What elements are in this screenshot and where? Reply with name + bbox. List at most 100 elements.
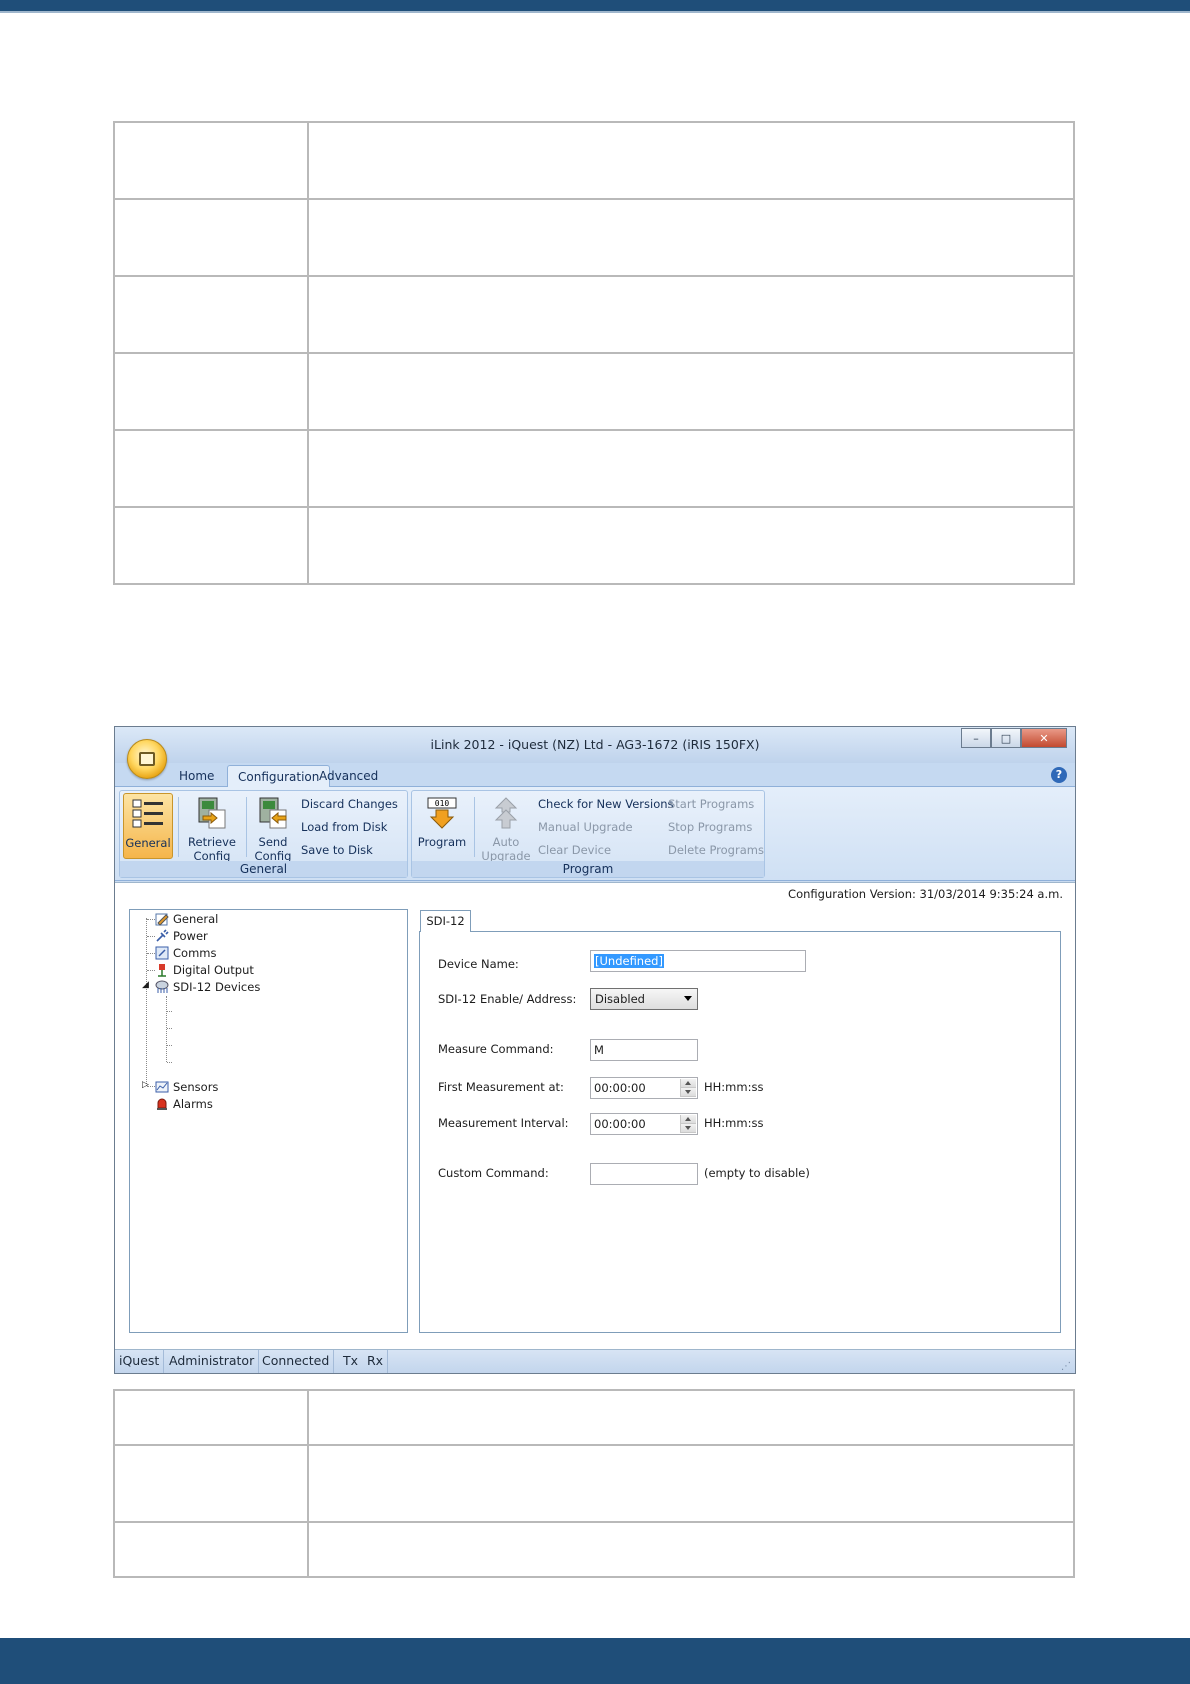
spin-up-icon[interactable] <box>681 1079 696 1088</box>
power-plug-icon <box>156 929 169 942</box>
tree-item-digital-output[interactable]: Digital Output <box>173 963 254 977</box>
device-name-field[interactable]: [Undefined] <box>590 950 806 972</box>
tree-line <box>147 919 155 920</box>
table-cell <box>113 1389 309 1446</box>
clear-device-button[interactable]: Clear Device <box>538 843 611 857</box>
stop-programs-button[interactable]: Stop Programs <box>668 820 752 834</box>
application-orb-button[interactable] <box>127 739 167 779</box>
ribbon-tab-row: Home Configuration Advanced ? <box>115 763 1075 788</box>
status-tx: Tx <box>343 1353 359 1368</box>
sdi12-enable-select[interactable]: Disabled <box>590 988 698 1010</box>
delete-programs-button[interactable]: Delete Programs <box>668 843 764 857</box>
send-config-icon <box>259 797 287 829</box>
table-cell <box>307 275 1075 354</box>
discard-changes-button[interactable]: Discard Changes <box>301 797 398 811</box>
measurement-interval-label: Measurement Interval: <box>438 1116 569 1130</box>
table-row <box>113 198 1075 277</box>
ribbon-group-caption: Program <box>412 861 764 877</box>
restore-button[interactable]: □ <box>991 728 1021 748</box>
tree-line <box>167 1028 172 1029</box>
tree-item-sdi12-devices[interactable]: SDI-12 Devices <box>173 980 260 994</box>
tab-advanced[interactable]: Advanced <box>309 765 388 787</box>
load-from-disk-button[interactable]: Load from Disk <box>301 820 387 834</box>
ribbon-group-caption: General <box>120 861 407 877</box>
auto-upgrade-button[interactable]: Auto Upgrade <box>480 793 532 863</box>
first-measurement-spinner[interactable] <box>680 1079 696 1097</box>
orb-icon <box>139 752 155 766</box>
bottom-table <box>113 1389 1075 1578</box>
custom-command-field[interactable] <box>590 1163 698 1185</box>
tree-item-comms[interactable]: Comms <box>173 946 216 960</box>
tree-line <box>167 1045 172 1046</box>
digital-output-icon <box>158 964 166 977</box>
table-row <box>113 1444 1075 1523</box>
table-cell <box>307 352 1075 431</box>
measure-command-field[interactable]: M <box>590 1039 698 1061</box>
resize-grip-icon[interactable]: ⋰ <box>1061 1361 1071 1372</box>
list-icon <box>132 799 163 828</box>
start-programs-button[interactable]: Start Programs <box>668 797 754 811</box>
sdi12-panel: Device Name: [Undefined] SDI-12 Enable/ … <box>419 931 1061 1333</box>
table-cell <box>113 1444 309 1523</box>
status-bar: iQuest Administrator Connected Tx Rx ⋰ <box>115 1349 1075 1373</box>
program-button[interactable]: 010 Program <box>416 793 468 859</box>
table-cell <box>307 1389 1075 1446</box>
custom-command-hint: (empty to disable) <box>704 1166 810 1180</box>
send-config-button[interactable]: Send Config <box>250 793 296 863</box>
configuration-version: Configuration Version: 31/03/2014 9:35:2… <box>788 887 1063 901</box>
sdi12-devices-icon <box>155 980 169 993</box>
table-row <box>113 275 1075 354</box>
bottom-footer-band <box>0 1638 1190 1684</box>
tree-item-general[interactable]: General <box>173 912 218 926</box>
spin-down-icon[interactable] <box>681 1088 696 1097</box>
table-cell <box>307 429 1075 508</box>
comms-icon <box>155 946 169 960</box>
chevron-down-icon <box>684 996 692 1001</box>
status-role: Administrator <box>165 1350 260 1373</box>
measurement-interval-field[interactable]: 00:00:00 <box>590 1113 698 1135</box>
close-button[interactable]: ✕ <box>1021 728 1067 748</box>
expand-arrow-icon[interactable]: ◢ <box>142 980 149 990</box>
status-user-group: iQuest <box>115 1350 165 1373</box>
measure-command-label: Measure Command: <box>438 1042 554 1056</box>
measurement-interval-unit: HH:mm:ss <box>704 1116 764 1130</box>
table-cell <box>307 1521 1075 1578</box>
table-cell <box>307 506 1075 585</box>
spin-up-icon[interactable] <box>681 1115 696 1124</box>
spin-down-icon[interactable] <box>681 1124 696 1133</box>
tree-item-sensors[interactable]: Sensors <box>173 1080 218 1094</box>
top-header-band <box>0 0 1190 13</box>
tree-line <box>167 1062 172 1063</box>
status-rx: Rx <box>363 1350 389 1373</box>
save-to-disk-button[interactable]: Save to Disk <box>301 843 373 857</box>
ribbon: General Retrieve Config Send Config Disc… <box>115 787 1075 881</box>
table-cell <box>113 429 309 508</box>
tab-sdi12[interactable]: SDI-12 <box>420 910 471 932</box>
table-cell <box>113 1521 309 1578</box>
first-measurement-unit: HH:mm:ss <box>704 1080 764 1094</box>
table-row <box>113 429 1075 508</box>
collapse-arrow-icon[interactable]: ▷ <box>142 1080 149 1090</box>
tree-item-power[interactable]: Power <box>173 929 208 943</box>
general-button[interactable]: General <box>123 793 173 859</box>
manual-upgrade-button[interactable]: Manual Upgrade <box>538 820 633 834</box>
minimize-button[interactable]: – <box>961 728 991 748</box>
retrieve-config-icon <box>198 797 226 829</box>
main-content: Configuration Version: 31/03/2014 9:35:2… <box>115 882 1075 1349</box>
tree-item-alarms[interactable]: Alarms <box>173 1097 213 1111</box>
tab-home[interactable]: Home <box>169 765 224 787</box>
table-row <box>113 121 1075 200</box>
table-cell <box>113 275 309 354</box>
retrieve-config-button[interactable]: Retrieve Config <box>182 793 242 863</box>
table-row <box>113 506 1075 585</box>
document-page: iLink 2012 - iQuest (NZ) Ltd - AG3-1672 … <box>0 0 1190 1684</box>
ilink-window: iLink 2012 - iQuest (NZ) Ltd - AG3-1672 … <box>114 726 1076 1374</box>
first-measurement-field[interactable]: 00:00:00 <box>590 1077 698 1099</box>
tree-line <box>167 1011 172 1012</box>
measurement-interval-spinner[interactable] <box>680 1115 696 1133</box>
table-cell <box>113 352 309 431</box>
check-new-versions-button[interactable]: Check for New Versions <box>538 797 674 811</box>
window-controls: – □ ✕ <box>961 728 1067 748</box>
tree-line <box>146 918 147 1086</box>
help-icon[interactable]: ? <box>1051 767 1067 783</box>
